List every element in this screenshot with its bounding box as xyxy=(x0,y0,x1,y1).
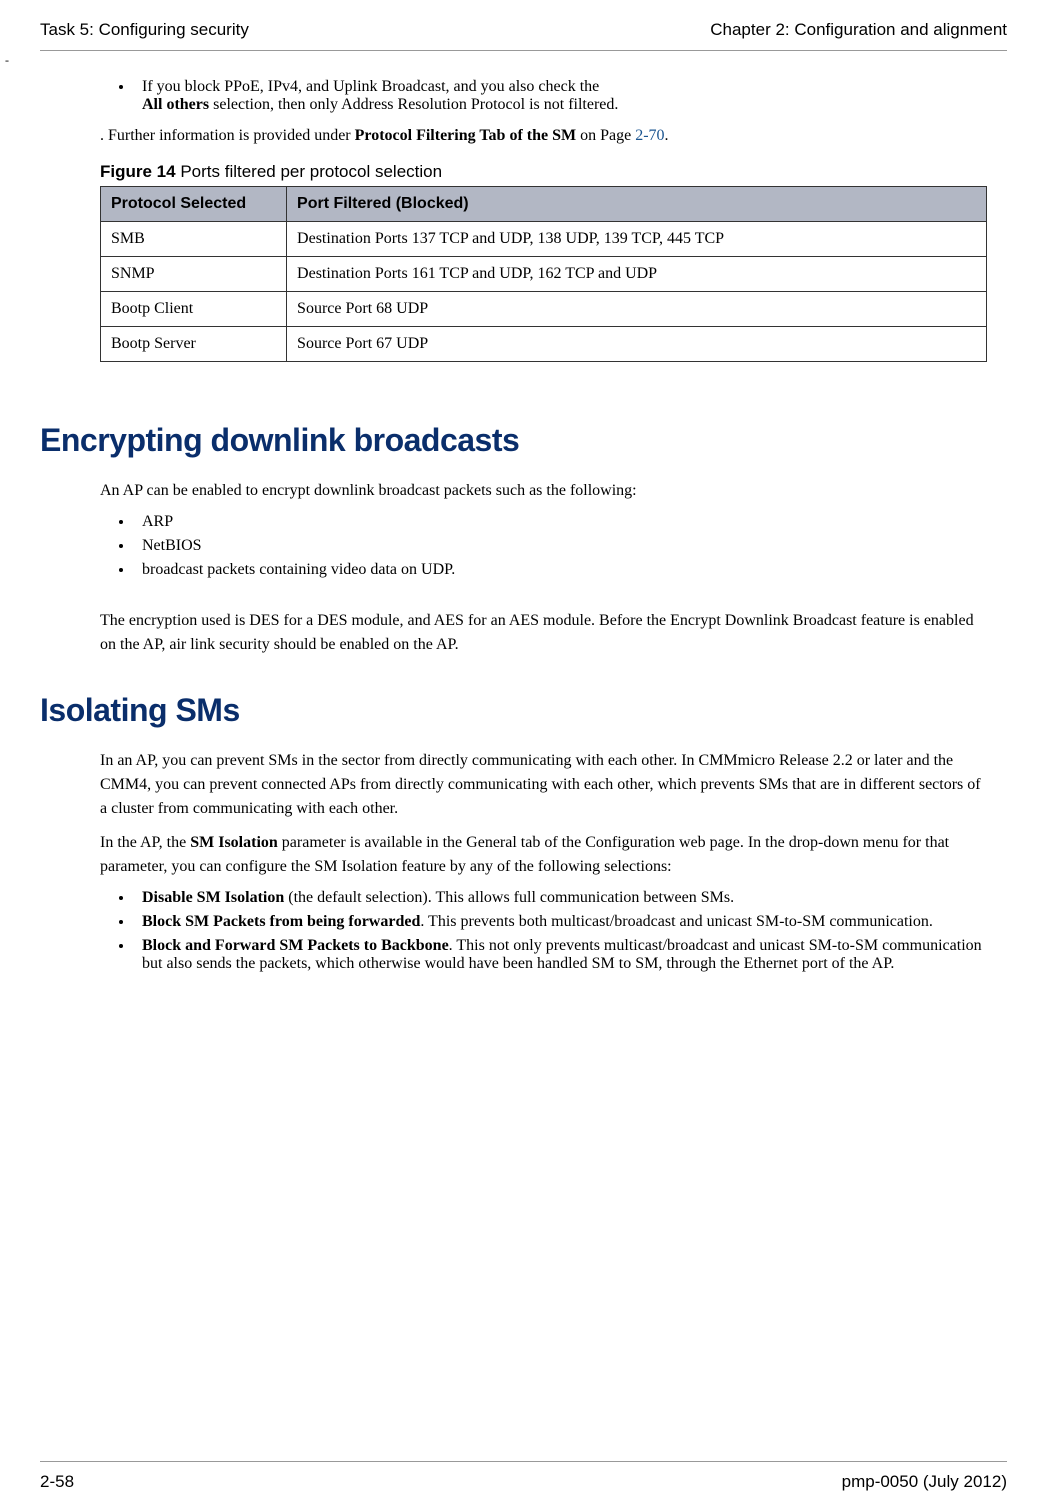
bullet-text-pre: If you block PPoE, IPv4, and Uplink Broa… xyxy=(142,78,599,95)
heading-encrypting: Encrypting downlink broadcasts xyxy=(40,422,987,459)
further-info-text: . Further information is provided under … xyxy=(100,124,987,148)
item-bold: Block SM Packets from being forwarded xyxy=(142,913,420,930)
heading-isolating: Isolating SMs xyxy=(40,692,987,729)
figure-caption: Figure 14 Ports filtered per protocol se… xyxy=(100,162,987,182)
figure-title: Ports filtered per protocol selection xyxy=(176,162,442,181)
para2-bold: SM Isolation xyxy=(190,834,278,851)
col-header-protocol: Protocol Selected xyxy=(101,187,287,222)
bullet-text-bold: All others xyxy=(142,96,209,113)
header-right: Chapter 2: Configuration and alignment xyxy=(710,20,1007,40)
list-item: broadcast packets containing video data … xyxy=(134,561,987,579)
table-row: Bootp Server Source Port 67 UDP xyxy=(101,327,987,362)
item-rest: (the default selection). This allows ful… xyxy=(284,889,734,906)
list-item: Block and Forward SM Packets to Backbone… xyxy=(134,937,987,973)
section2-para1: In an AP, you can prevent SMs in the sec… xyxy=(100,749,987,821)
page-ref-link[interactable]: 2-70 xyxy=(635,127,664,144)
further-mid: on Page xyxy=(576,127,635,144)
item-bold: Block and Forward SM Packets to Backbone xyxy=(142,937,449,954)
list-item: Block SM Packets from being forwarded. T… xyxy=(134,913,987,931)
cell-filtered: Destination Ports 161 TCP and UDP, 162 T… xyxy=(287,257,987,292)
table-row: Bootp Client Source Port 68 UDP xyxy=(101,292,987,327)
page-footer: 2-58 pmp-0050 (July 2012) xyxy=(40,1461,1007,1492)
section1-para: The encryption used is DES for a DES mod… xyxy=(100,609,987,657)
cell-protocol: Bootp Client xyxy=(101,292,287,327)
header-left: Task 5: Configuring security xyxy=(40,20,249,40)
footer-page-number: 2-58 xyxy=(40,1472,74,1492)
header-divider xyxy=(40,50,1007,51)
list-item: ARP xyxy=(134,513,987,531)
ports-table: Protocol Selected Port Filtered (Blocked… xyxy=(100,186,987,362)
cell-filtered: Destination Ports 137 TCP and UDP, 138 U… xyxy=(287,222,987,257)
intro-bullet-list: If you block PPoE, IPv4, and Uplink Broa… xyxy=(100,78,987,114)
cell-protocol: SNMP xyxy=(101,257,287,292)
item-rest: . This prevents both multicast/broadcast… xyxy=(420,913,933,930)
col-header-port: Port Filtered (Blocked) xyxy=(287,187,987,222)
table-row: SNMP Destination Ports 161 TCP and UDP, … xyxy=(101,257,987,292)
cell-filtered: Source Port 68 UDP xyxy=(287,292,987,327)
table-header-row: Protocol Selected Port Filtered (Blocked… xyxy=(101,187,987,222)
encrypt-bullet-list: ARP NetBIOS broadcast packets containing… xyxy=(100,513,987,579)
item-bold: Disable SM Isolation xyxy=(142,889,284,906)
footer-doc-id: pmp-0050 (July 2012) xyxy=(842,1472,1007,1492)
table-row: SMB Destination Ports 137 TCP and UDP, 1… xyxy=(101,222,987,257)
section2-para2: In the AP, the SM Isolation parameter is… xyxy=(100,831,987,879)
cell-protocol: Bootp Server xyxy=(101,327,287,362)
section1-intro: An AP can be enabled to encrypt downlink… xyxy=(100,479,987,503)
figure-number: Figure 14 xyxy=(100,162,176,181)
further-bold: Protocol Filtering Tab of the SM xyxy=(355,127,576,144)
list-item: If you block PPoE, IPv4, and Uplink Broa… xyxy=(134,78,987,114)
bullet-text-post: selection, then only Address Resolution … xyxy=(209,96,618,113)
cell-filtered: Source Port 67 UDP xyxy=(287,327,987,362)
cell-protocol: SMB xyxy=(101,222,287,257)
isolation-bullet-list: Disable SM Isolation (the default select… xyxy=(100,889,987,973)
further-pre: . Further information is provided under xyxy=(100,127,355,144)
list-item: Disable SM Isolation (the default select… xyxy=(134,889,987,907)
list-item: NetBIOS xyxy=(134,537,987,555)
dash-mark: - xyxy=(5,53,1007,68)
para2-pre: In the AP, the xyxy=(100,834,190,851)
further-post: . xyxy=(665,127,669,144)
page-header: Task 5: Configuring security Chapter 2: … xyxy=(40,20,1007,50)
